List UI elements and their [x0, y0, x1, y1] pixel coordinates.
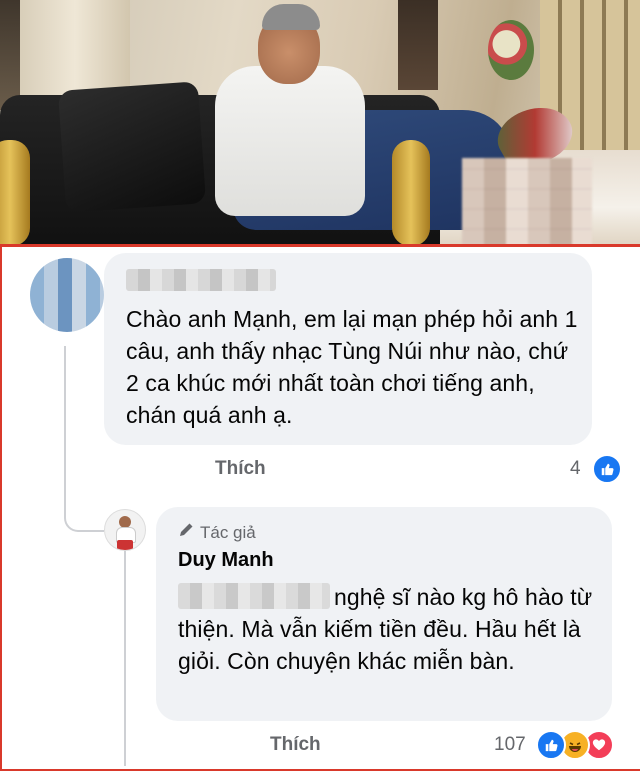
author-badge-label: Tác giả	[200, 522, 256, 542]
comment-bubble: Chào anh Mạnh, em lại mạn phép hỏi anh 1…	[104, 253, 592, 445]
comment-text: Chào anh Mạnh, em lại mạn phép hỏi anh 1…	[126, 306, 578, 428]
author-avatar[interactable]	[104, 509, 146, 551]
author-name[interactable]: Duy Manh	[178, 549, 274, 572]
like-button-reply[interactable]: Thích	[270, 734, 321, 756]
pen-icon	[178, 522, 194, 543]
commenter-avatar[interactable]	[30, 258, 104, 332]
like-icon[interactable]	[592, 454, 622, 484]
post-photo[interactable]	[0, 0, 640, 246]
tagged-name-blurred[interactable]	[178, 583, 330, 609]
photo-flowers	[488, 20, 534, 80]
reply-text-block: nghệ sĩ nào kg hô hào từ thiện. Mà vẫn k…	[178, 581, 598, 677]
like-button[interactable]: Thích	[215, 458, 266, 480]
author-badge: Tác giả	[178, 522, 256, 543]
blurred-region	[462, 158, 592, 246]
commenter-name-blurred[interactable]	[126, 269, 276, 291]
photo-person-body	[215, 66, 365, 216]
photo-sofa-arm-right	[392, 140, 430, 246]
thread-line-reply	[124, 550, 126, 766]
thread-connector	[64, 490, 104, 532]
photo-cap	[262, 4, 320, 30]
photo-cushion	[57, 81, 207, 213]
photo-sofa-arm-left	[0, 140, 30, 246]
reaction-count[interactable]: 4	[570, 458, 581, 480]
avatar-legs	[117, 540, 133, 550]
reply-bubble: Tác giả Duy Manh nghệ sĩ nào kg hô hào t…	[156, 507, 612, 721]
reaction-count-reply[interactable]: 107	[494, 734, 526, 756]
like-icon[interactable]	[536, 730, 566, 760]
photo-door	[398, 0, 438, 90]
